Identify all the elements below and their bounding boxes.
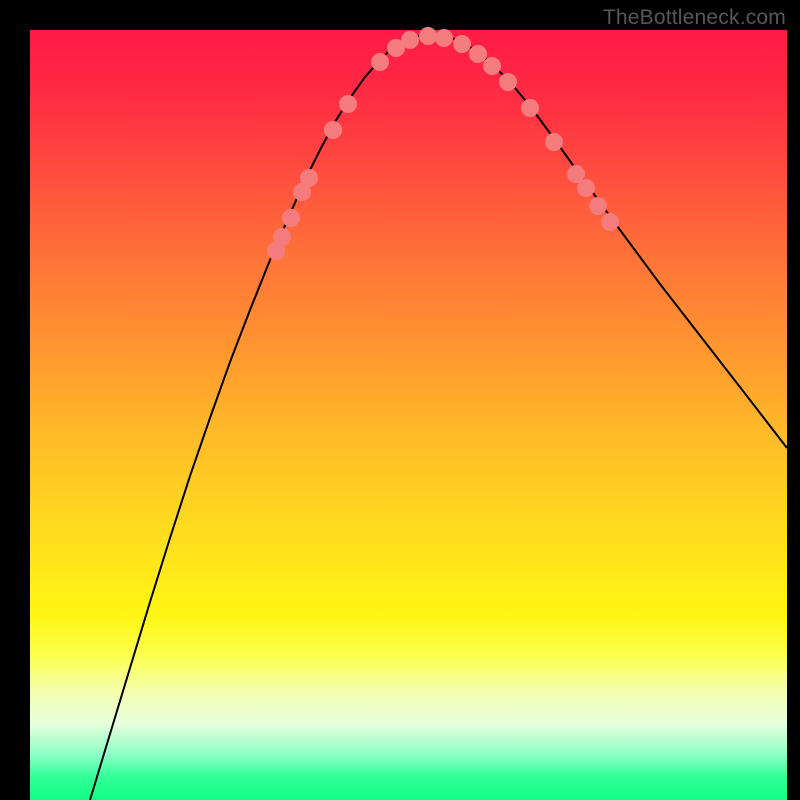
data-marker (273, 228, 291, 246)
data-marker (300, 169, 318, 187)
data-marker (499, 73, 517, 91)
watermark-text: TheBottleneck.com (603, 6, 786, 30)
chart-plot-area (30, 30, 787, 800)
data-marker (577, 179, 595, 197)
data-marker (371, 53, 389, 71)
data-marker (601, 213, 619, 231)
data-marker (589, 197, 607, 215)
data-marker (483, 57, 501, 75)
data-marker (282, 209, 300, 227)
data-marker (469, 45, 487, 63)
data-marker (545, 133, 563, 151)
bottleneck-curve (90, 35, 787, 800)
data-marker (339, 95, 357, 113)
data-marker (521, 99, 539, 117)
data-marker (401, 31, 419, 49)
chart-svg (30, 30, 787, 800)
data-marker (419, 27, 437, 45)
marker-group (267, 27, 619, 260)
data-marker (453, 35, 471, 53)
data-marker (435, 29, 453, 47)
data-marker (324, 121, 342, 139)
